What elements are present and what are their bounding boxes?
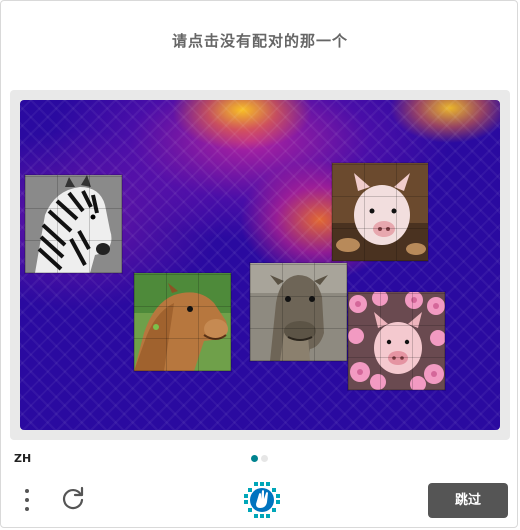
camel-image: [134, 273, 231, 371]
page-dot-inactive: [261, 455, 268, 462]
image-tile-camel-1[interactable]: [134, 273, 231, 371]
pig-image: [332, 163, 428, 261]
image-tile-camel-2[interactable]: [250, 263, 347, 361]
refresh-icon[interactable]: [58, 484, 88, 514]
hcaptcha-hand-logo-icon: [244, 482, 280, 518]
language-selector[interactable]: ZH: [14, 452, 31, 465]
image-tile-pig-2[interactable]: [348, 292, 445, 390]
zebra-image: [25, 175, 122, 273]
challenge-prompt: 请点击没有配对的那一个: [171, 32, 348, 50]
pig-image: [348, 292, 445, 390]
kebab-menu-icon[interactable]: [20, 486, 34, 514]
image-tile-zebra[interactable]: [25, 175, 122, 273]
challenge-canvas: [20, 100, 500, 430]
skip-button[interactable]: 跳过: [428, 483, 508, 518]
page-dot-active: [251, 455, 258, 462]
image-tile-pig-1[interactable]: [332, 163, 428, 261]
challenge-board: [10, 90, 510, 440]
camel-image: [250, 263, 347, 361]
